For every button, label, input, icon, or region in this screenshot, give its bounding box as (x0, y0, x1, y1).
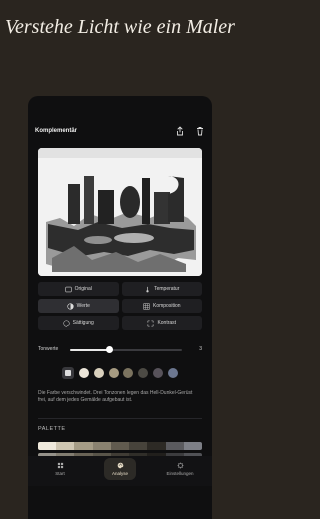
temperature-label: Temperatur (154, 286, 180, 292)
palette-color (147, 442, 166, 450)
palette-color (38, 442, 57, 450)
palette-color (74, 442, 93, 450)
palette-icon (117, 462, 123, 469)
palette-icon (63, 319, 70, 327)
swatch-row (62, 367, 178, 379)
original-button[interactable]: Original (38, 282, 119, 296)
color-swatch[interactable] (138, 368, 149, 378)
contrast-label: Kontrast (157, 320, 177, 326)
thermometer-icon (146, 286, 149, 292)
tab-analyse[interactable]: Analyse (104, 458, 136, 480)
share-icon[interactable] (175, 126, 185, 136)
tab-analyse-label: Analyse (111, 471, 128, 476)
contrast-icon (148, 320, 154, 326)
palette-color (183, 442, 202, 450)
top-actions (175, 126, 205, 136)
composition-button[interactable]: Komposition (121, 299, 202, 313)
palette-color (92, 442, 111, 450)
composition-label: Komposition (152, 303, 181, 309)
palette-color (56, 442, 75, 450)
tonal-values-slider[interactable]: Tonwerte 3 (38, 345, 202, 355)
slider-value: 3 (199, 346, 202, 352)
color-swatch[interactable] (78, 368, 89, 378)
grid-icon (57, 462, 63, 469)
color-swatch[interactable] (93, 368, 104, 378)
slider-fill (70, 349, 110, 351)
swatch-toggle-button[interactable] (62, 367, 74, 379)
palette-color (110, 442, 130, 450)
top-bar: Komplementär (35, 126, 205, 140)
grid-icon (143, 302, 150, 310)
divider (38, 418, 202, 419)
analysis-mode-grid: Original Temperatur Werte Komposition Sä… (38, 282, 202, 330)
analysis-image[interactable] (38, 148, 202, 276)
values-label: Werte (76, 303, 90, 309)
screen-title: Komplementär (35, 128, 78, 134)
color-swatch[interactable] (167, 368, 178, 378)
values-button[interactable]: Werte (38, 299, 119, 313)
color-swatch[interactable] (123, 368, 134, 378)
trash-icon[interactable] (195, 126, 205, 136)
headline: Verstehe Licht wie ein Maler (5, 16, 235, 38)
palette-bar (38, 442, 202, 450)
palette-color (165, 442, 184, 450)
contrast-button[interactable]: Kontrast (121, 316, 202, 330)
palette-label: PALETTE (38, 426, 66, 432)
original-label: Original (74, 286, 92, 292)
tab-settings[interactable]: Einstellungen (164, 458, 196, 480)
tab-bar: Start Analyse Einstellungen (28, 456, 212, 486)
description-text: Die Farbe verschwindet. Drei Tonzonen le… (38, 390, 193, 403)
slider-label: Tonwerte (38, 346, 59, 352)
saturation-label: Sättigung (72, 320, 94, 326)
saturation-button[interactable]: Sättigung (38, 316, 119, 330)
slider-knob[interactable] (105, 346, 113, 353)
color-swatch[interactable] (153, 368, 164, 378)
phone-screen: Komplementär Original Temperatur Werte K… (28, 96, 212, 519)
image-icon (65, 286, 72, 292)
palette-color (129, 442, 148, 450)
tab-start-label: Start (55, 471, 65, 476)
temperature-button[interactable]: Temperatur (121, 282, 202, 296)
contrast-circle-icon (67, 302, 74, 310)
tab-settings-label: Einstellungen (166, 471, 194, 476)
tab-start[interactable]: Start (44, 458, 76, 480)
gear-icon (176, 462, 184, 469)
color-swatch[interactable] (108, 368, 119, 378)
